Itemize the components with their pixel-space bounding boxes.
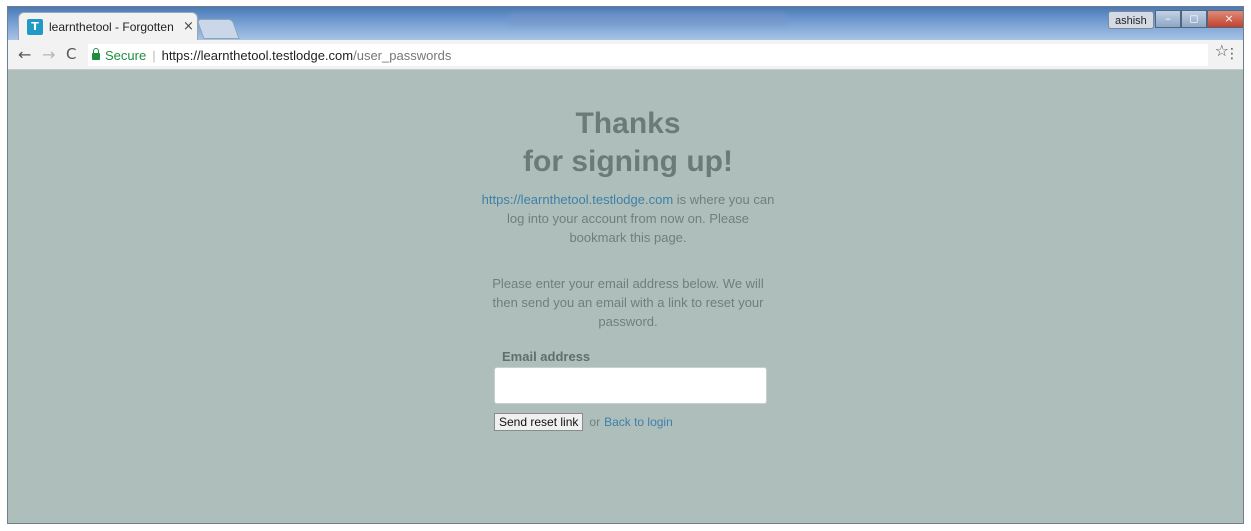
account-url-link[interactable]: https://learnthetool.testlodge.com: [482, 192, 674, 207]
maximize-button[interactable]: ◻: [1181, 10, 1207, 28]
tab-close-icon[interactable]: ×: [183, 19, 194, 34]
new-tab-button[interactable]: [196, 19, 240, 39]
window-title-blur: [508, 13, 788, 25]
browser-tab[interactable]: T learnthetool - Forgotten ×: [18, 12, 198, 40]
close-window-button[interactable]: ×: [1207, 10, 1243, 28]
back-to-login-link[interactable]: Back to login: [604, 415, 673, 429]
intro-paragraph: https://learnthetool.testlodge.com is wh…: [478, 190, 778, 247]
heading-line-2: for signing up!: [523, 145, 733, 178]
heading-line-1: Thanks: [575, 107, 681, 140]
form-actions: Send reset link or Back to login: [494, 413, 673, 431]
instructions-paragraph: Please enter your email address below. W…: [492, 276, 764, 329]
minimize-button[interactable]: –: [1155, 10, 1181, 28]
tab-title: learnthetool - Forgotten: [49, 19, 174, 34]
secure-label: Secure: [105, 47, 147, 63]
email-field[interactable]: [494, 367, 767, 404]
lock-icon: [92, 48, 100, 60]
send-reset-link-button[interactable]: Send reset link: [494, 413, 584, 431]
page-heading: Thanks for signing up!: [478, 105, 778, 181]
back-arrow-icon[interactable]: ←: [18, 45, 31, 64]
browser-window: T learnthetool - Forgotten × ashish – ◻ …: [7, 6, 1244, 524]
browser-toolbar: ← → C Secure | https://learnthetool.test…: [8, 40, 1243, 70]
email-label: Email address: [502, 349, 591, 364]
forward-arrow-icon[interactable]: →: [42, 45, 55, 64]
window-controls: – ◻ ×: [1155, 10, 1243, 28]
or-text: or: [589, 415, 601, 429]
learnthetool-favicon-icon: T: [27, 18, 43, 35]
address-separator: |: [152, 47, 156, 63]
tab-strip: T learnthetool - Forgotten × ashish – ◻ …: [8, 7, 1243, 40]
url-host: https://learnthetool.testlodge.com: [161, 47, 354, 63]
profile-button[interactable]: ashish: [1108, 11, 1154, 29]
browser-menu-icon[interactable]: ⋮: [1225, 46, 1239, 62]
page-content: Thanks for signing up! https://learnthet…: [8, 70, 1243, 523]
reload-icon[interactable]: C: [66, 45, 76, 63]
url-path: /user_passwords: [353, 47, 452, 63]
address-bar[interactable]: Secure | https://learnthetool.testlodge.…: [88, 44, 1208, 66]
